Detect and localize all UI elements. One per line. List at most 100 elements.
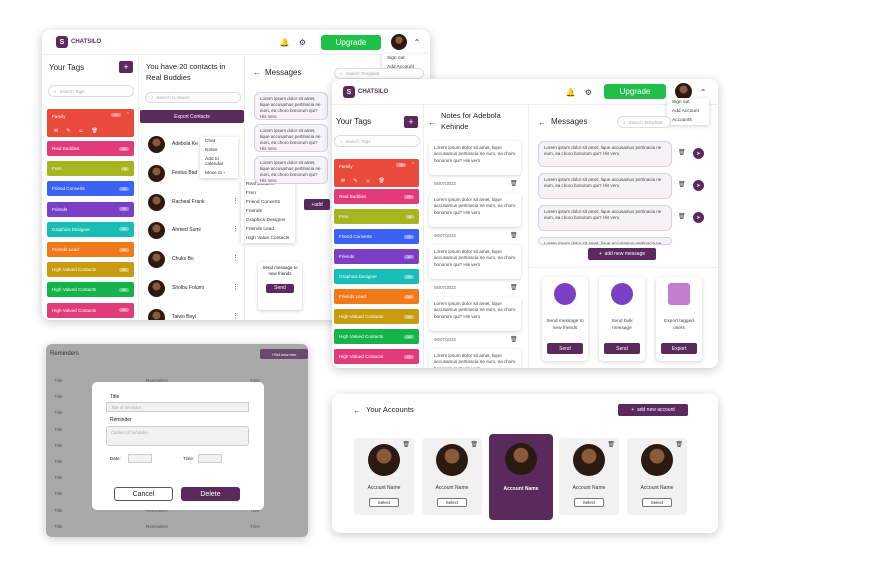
trash-icon[interactable]: 🗑 [675,441,683,448]
message-item[interactable]: Lorem ipsum dolor sit amet, lique accusa… [538,237,672,245]
tag-item[interactable]: High Valued Contacts 10 [334,349,419,364]
contact-row[interactable]: Taiwo Beyi ⋮ [142,306,242,320]
add-account-button[interactable]: + add new account [618,404,688,416]
tag-item[interactable]: Fren 8 [334,209,419,224]
tile-button[interactable]: Export [661,343,697,354]
note-item[interactable]: Lorem ipsum dolor sit amet, lique accusa… [429,193,521,227]
tag-item[interactable]: High Valued Contacts 10 [334,329,419,344]
account-card[interactable]: 🗑 Account Name Select [627,438,687,515]
tag-item[interactable]: Friends 10 [334,249,419,264]
tag-family[interactable]: Family 10 ⌃ ✉✎☺🗑 [334,159,419,187]
menu-item-add-calendar[interactable]: Add to calendar [200,155,238,169]
tile-button[interactable]: Send [604,343,640,354]
more-icon[interactable]: ⋮ [232,312,239,320]
trash-icon[interactable]: 🗑 [510,180,518,187]
tile-button[interactable]: Send [547,343,583,354]
more-icon[interactable]: ⋮ [232,197,239,205]
chevron-up-icon[interactable]: ⌃ [699,88,707,97]
message-item[interactable]: Lorem ipsum dolor sit amet, lique accusa… [538,205,672,231]
contact-row[interactable]: Chuks Bo ⋮ [142,248,242,272]
contact-search-input[interactable]: ⌕ Search Contacts [145,92,241,103]
tag-family[interactable]: Family 10 ⌃ ✉✎☺🗑 [47,109,134,137]
tag-item[interactable]: Graphics Designer 10 [47,221,134,237]
gear-icon[interactable]: ⚙ [298,38,307,47]
message-item[interactable]: Lorem ipsum dolor sit amet, lique accusa… [538,173,672,199]
reminder-textarea[interactable]: Content of reminder [106,426,249,446]
app-logo[interactable]: S CHATSILO [56,36,101,48]
more-icon[interactable]: ⋮ [232,254,239,262]
trash-icon[interactable]: 🗑 [510,336,518,343]
note-item[interactable]: Lorem ipsum dolor sit amet, lique accusa… [429,297,521,331]
message-item[interactable]: Lorem ipsum dolor sit amet, lique accusa… [538,141,672,167]
contact-row[interactable]: Sholbu Folumi ⋮ [142,277,242,301]
add-message-button[interactable]: + add new message [588,248,656,260]
back-arrow-icon[interactable]: ← [538,118,546,127]
select-button[interactable]: Select [368,498,400,507]
bell-icon[interactable]: 🔔 [280,38,290,47]
contact-row[interactable]: Racheal Frank ⋮ [142,191,242,215]
menu-item-add-account[interactable]: Add Account [667,107,709,116]
move-to-item[interactable]: Fren [241,189,295,198]
trash-icon[interactable]: 🗑 [678,181,686,188]
contact-row[interactable]: Ahmed Sumi ⋮ [142,219,242,243]
bell-icon[interactable]: 🔔 [566,88,576,97]
send-icon[interactable]: ➤ [693,148,704,159]
delete-button[interactable]: Delete [181,487,240,501]
account-card[interactable]: 🗑 Account Name Select [559,438,619,515]
trash-icon[interactable]: 🗑 [510,284,518,291]
upgrade-button[interactable]: Upgrade [604,84,666,99]
move-to-item[interactable]: Graphics Designer [241,216,295,225]
set-reminder-button[interactable]: + Set new rem [260,349,308,359]
tag-item[interactable]: Friend Converts 10 [47,181,134,197]
note-item[interactable]: Lorem ipsum dolor sit amet, lique accusa… [429,141,521,175]
back-arrow-icon[interactable]: ← [428,118,436,127]
cancel-button[interactable]: Cancel [114,487,173,501]
account-card[interactable]: 🗑 Account Name Select [354,438,414,515]
tag-item[interactable]: High Valued Contacts 10 [47,262,134,278]
time-input[interactable] [198,454,222,463]
select-button[interactable]: Select [436,498,468,507]
template-search-input[interactable]: ⌕ Search Template [617,116,671,128]
tag-item[interactable]: Friend Converts 10 [334,229,419,244]
profile-avatar[interactable] [391,34,407,50]
trash-icon[interactable]: 🗑 [678,149,686,156]
trash-icon[interactable]: 🗑 [402,441,410,448]
trash-icon[interactable]: 🗑 [510,232,518,239]
more-icon[interactable]: ⋮ [232,283,239,291]
account-card[interactable]: 🗑 Account Name Select [422,438,482,515]
move-to-item[interactable]: Friends Lead [241,225,295,234]
select-button[interactable]: Select [573,498,605,507]
more-icon[interactable]: ⋮ [232,225,239,233]
back-arrow-icon[interactable]: ← [253,68,261,77]
chevron-up-icon[interactable]: ⌃ [411,162,415,168]
note-item[interactable]: Lorem ipsum dolor sit amet, lique accusa… [429,349,521,368]
tag-item[interactable]: Graphics Designer 10 [334,269,419,284]
note-item[interactable]: Lorem ipsum dolor sit amet, lique accusa… [429,245,521,279]
add-button[interactable]: + add [304,199,330,210]
tag-item[interactable]: Real Buddies 20 [334,189,419,204]
template-search-input[interactable]: ⌕ Search Template [334,68,424,79]
app-logo[interactable]: S CHATSILO [343,86,388,98]
trash-icon[interactable]: 🗑 [607,441,615,448]
add-tag-button[interactable]: + [404,116,418,128]
gear-icon[interactable]: ⚙ [584,88,593,97]
chevron-up-icon[interactable]: ⌃ [413,38,421,47]
trash-icon[interactable]: 🗑 [470,441,478,448]
menu-item-chat[interactable]: Chat [200,137,238,146]
send-button[interactable]: Send [266,283,294,293]
message-item[interactable]: Lorem ipsum dolor sit amet, lique accusa… [254,92,328,120]
tag-search-input[interactable]: ⌕ Search Tags [48,85,134,97]
tag-item[interactable]: High Valued Contacts 10 [47,302,134,318]
export-contacts-button[interactable]: Export Contacts [140,110,244,123]
tag-item[interactable]: Friends 10 [47,201,134,217]
move-to-item[interactable]: Friends [241,207,295,216]
send-icon[interactable]: ➤ [693,180,704,191]
tag-item[interactable]: Fren 8 [47,161,134,177]
chevron-up-icon[interactable]: ⌃ [126,112,130,118]
message-item[interactable]: Lorem ipsum dolor sit amet, lique accusa… [254,124,328,152]
tag-item[interactable]: Friends Lead 10 [334,289,419,304]
move-to-item[interactable]: High Value Contacts [241,234,295,243]
tag-item[interactable]: Real Buddies 20 [47,141,134,156]
menu-item-notes[interactable]: Notes [200,146,238,155]
select-button[interactable]: Select [641,498,673,507]
